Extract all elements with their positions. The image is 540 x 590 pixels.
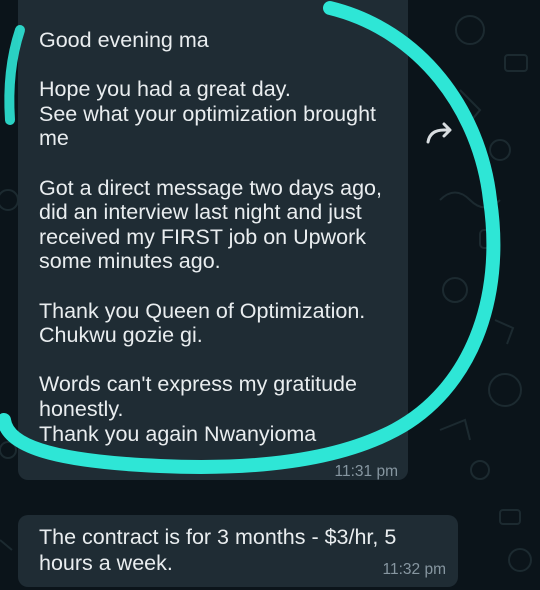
message-text: Good evening ma Hope you had a great day… xyxy=(39,28,382,446)
message-timestamp: 11:32 pm xyxy=(382,561,446,578)
forward-icon[interactable] xyxy=(424,118,460,148)
message-bubble[interactable]: Good evening ma Hope you had a great day… xyxy=(18,0,408,480)
message-bubble[interactable]: The contract is for 3 months - $3/hr, 5 … xyxy=(18,515,458,587)
message-text: The contract is for 3 months - $3/hr, 5 … xyxy=(39,525,397,575)
message-timestamp: 11:31 pm xyxy=(334,463,398,480)
